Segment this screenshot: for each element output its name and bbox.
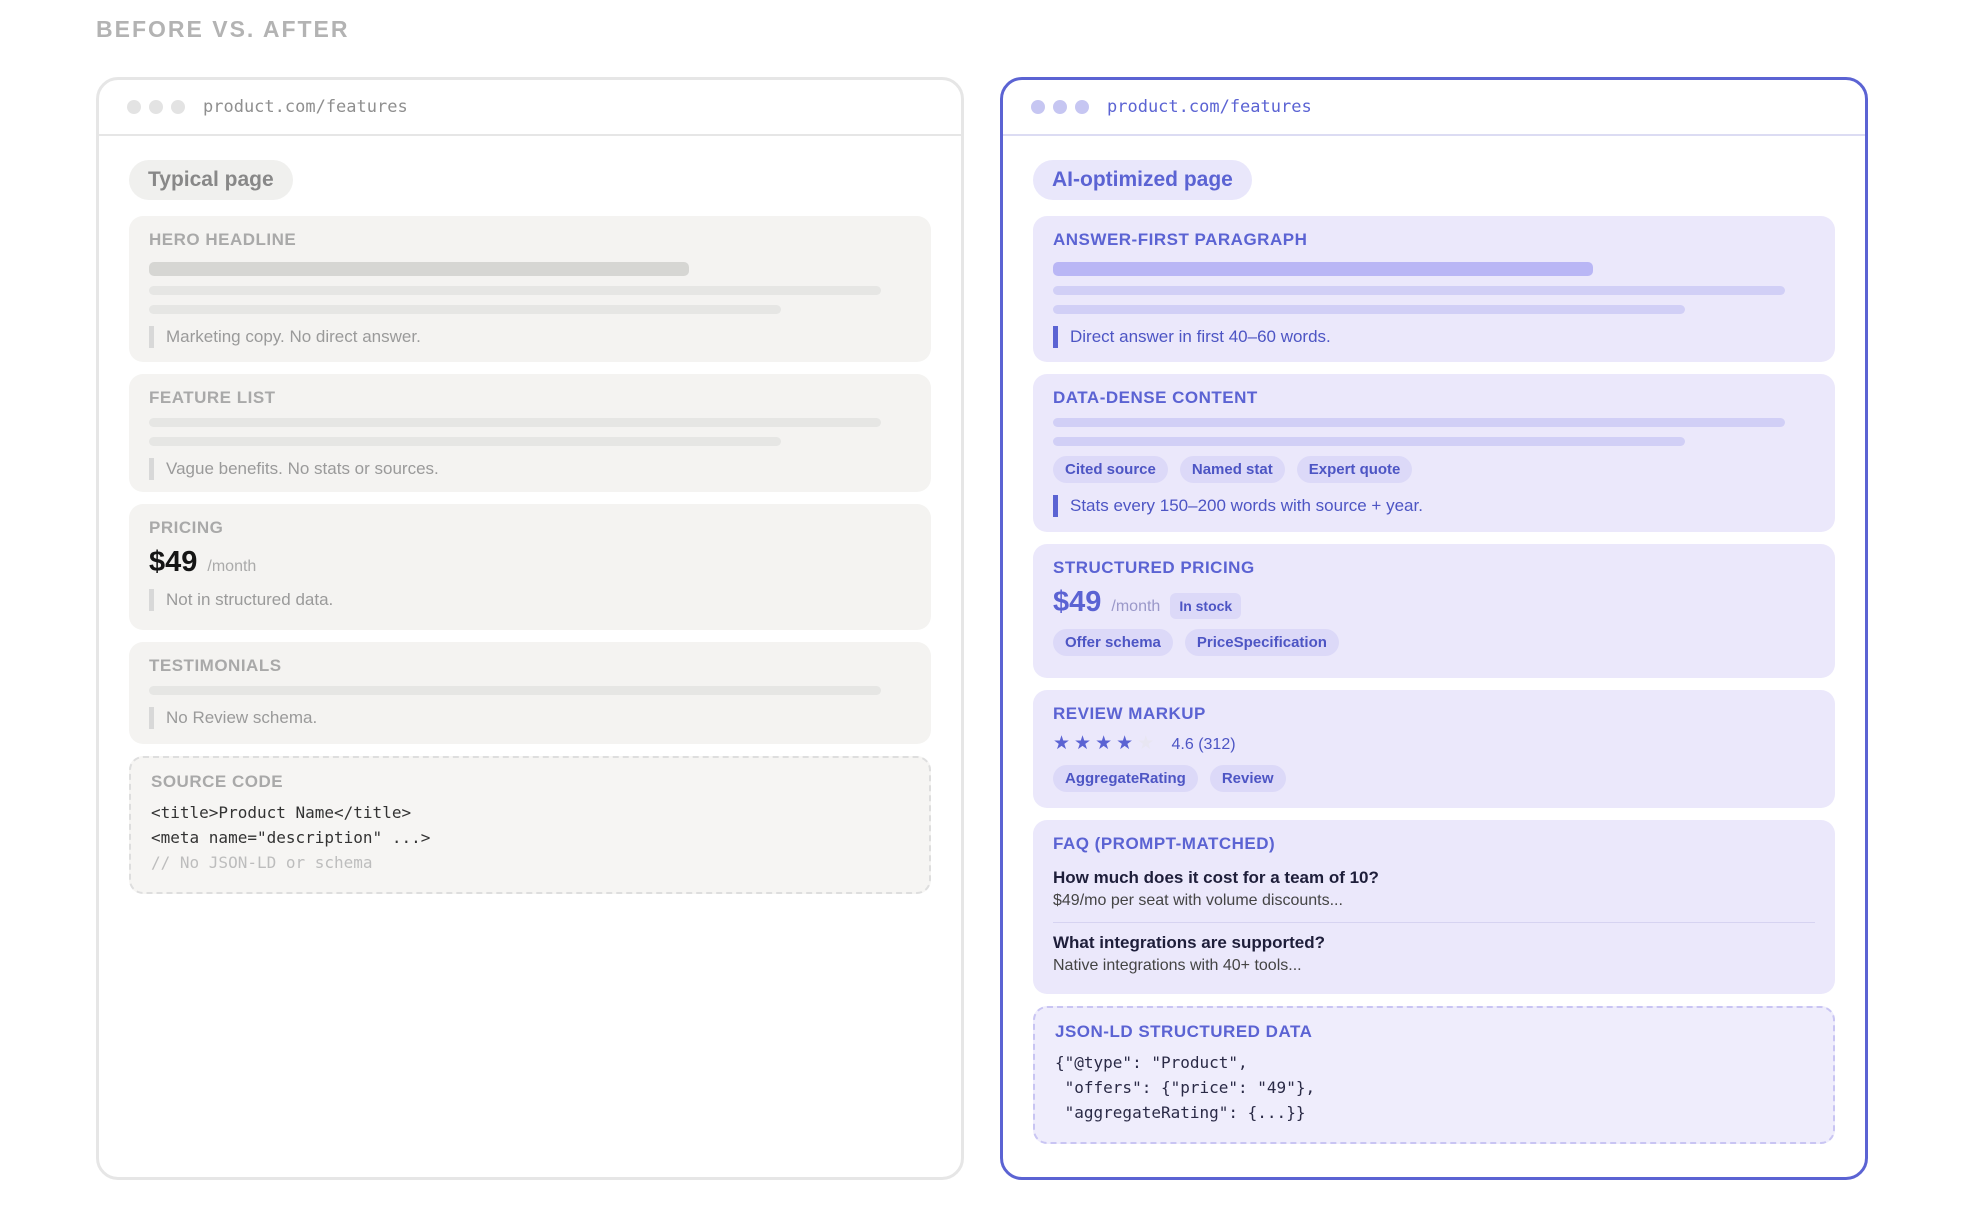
window-dot-icon — [1075, 100, 1089, 114]
price-value: $49 — [1053, 586, 1102, 618]
code-line: "aggregateRating": {...}} — [1055, 1103, 1306, 1122]
price-period: /month — [1111, 598, 1161, 615]
review-markup-card: REVIEW MARKUP ★★★★★ 4.6 (312) AggregateR… — [1033, 690, 1835, 808]
card-title: HERO HEADLINE — [149, 230, 297, 249]
placeholder-line — [149, 262, 689, 276]
structured-pricing-card: STRUCTURED PRICING $49 /month In stock O… — [1033, 544, 1835, 678]
page-heading: BEFORE VS. AFTER — [96, 16, 350, 42]
testimonials-card: TESTIMONIALS No Review schema. — [129, 642, 931, 744]
placeholder-line — [149, 286, 881, 295]
card-title: TESTIMONIALS — [149, 656, 282, 675]
card-note: Not in structured data. — [149, 589, 911, 611]
card-note: Vague benefits. No stats or sources. — [149, 458, 911, 480]
faq-question: What integrations are supported? — [1053, 933, 1326, 952]
card-title: FEATURE LIST — [149, 388, 276, 407]
feature-list-card: FEATURE LIST Vague benefits. No stats or… — [129, 374, 931, 492]
window-dot-icon — [1031, 100, 1045, 114]
page-type-label: Typical page — [129, 160, 293, 200]
faq-answer: $49/mo per seat with volume discounts... — [1053, 892, 1343, 909]
card-note: Direct answer in first 40–60 words. — [1053, 326, 1815, 348]
placeholder-line — [149, 418, 881, 427]
url-text: product.com/features — [1107, 97, 1312, 117]
tag-cited-source: Cited source — [1053, 456, 1168, 483]
tag-named-stat: Named stat — [1179, 456, 1285, 483]
window-dot-icon — [127, 100, 141, 114]
card-title: REVIEW MARKUP — [1053, 704, 1206, 723]
tag-list: Cited source Named stat Expert quote — [1053, 456, 1815, 483]
json-ld-card: JSON-LD STRUCTURED DATA {"@type": "Produ… — [1033, 1006, 1835, 1144]
pricing-card: PRICING $49 /month Not in structured dat… — [129, 504, 931, 630]
card-title: PRICING — [149, 518, 224, 537]
card-note: No Review schema. — [149, 707, 911, 729]
faq-answer: Native integrations with 40+ tools... — [1053, 957, 1302, 974]
card-title: JSON-LD STRUCTURED DATA — [1055, 1022, 1313, 1041]
placeholder-line — [1053, 305, 1685, 314]
tag-price-specification: PriceSpecification — [1184, 629, 1339, 656]
tag-list: AggregateRating Review — [1053, 765, 1815, 792]
star-rating: ★★★★★ 4.6 (312) — [1053, 732, 1815, 755]
page-type-label: AI-optimized page — [1033, 160, 1252, 200]
tag-offer-schema: Offer schema — [1053, 629, 1173, 656]
before-browser-window: product.com/features Typical page HERO H… — [96, 77, 964, 1180]
star-icon: ★ — [1053, 733, 1075, 754]
code-line: {"@type": "Product", — [1055, 1053, 1248, 1072]
window-dot-icon — [171, 100, 185, 114]
tag-expert-quote: Expert quote — [1296, 456, 1413, 483]
url-text: product.com/features — [203, 97, 408, 117]
price-period: /month — [207, 558, 257, 575]
source-code-card: SOURCE CODE <title>Product Name</title> … — [129, 756, 931, 894]
code-line: "offers": {"price": "49"}, — [1055, 1078, 1316, 1097]
browser-address-bar: product.com/features — [99, 80, 961, 136]
card-title: ANSWER-FIRST PARAGRAPH — [1053, 230, 1308, 249]
rating-value: 4.6 (312) — [1171, 736, 1236, 753]
faq-question: How much does it cost for a team of 10? — [1053, 868, 1379, 887]
stock-badge: In stock — [1170, 593, 1242, 619]
card-note: Stats every 150–200 words with source + … — [1053, 495, 1815, 517]
card-note: Marketing copy. No direct answer. — [149, 326, 911, 348]
card-title: STRUCTURED PRICING — [1053, 558, 1255, 577]
window-dot-icon — [1053, 100, 1067, 114]
star-icon: ★ — [1074, 733, 1096, 754]
placeholder-line — [149, 305, 781, 314]
star-icon: ★ — [1116, 733, 1138, 754]
placeholder-line — [149, 686, 881, 695]
tag-list: Offer schema PriceSpecification — [1053, 629, 1815, 656]
price-value: $49 — [149, 546, 198, 578]
code-line: <meta name="description" ...> — [151, 828, 431, 847]
data-dense-card: DATA-DENSE CONTENT Cited source Named st… — [1033, 374, 1835, 532]
code-line: <title>Product Name</title> — [151, 803, 412, 822]
hero-headline-card: HERO HEADLINE Marketing copy. No direct … — [129, 216, 931, 362]
tag-review: Review — [1209, 765, 1286, 792]
code-block: {"@type": "Product", "offers": {"price":… — [1055, 1050, 1813, 1125]
star-empty-icon: ★ — [1137, 733, 1159, 754]
faq-card: FAQ (PROMPT-MATCHED) How much does it co… — [1033, 820, 1835, 994]
window-dot-icon — [149, 100, 163, 114]
placeholder-line — [149, 437, 781, 446]
code-block: <title>Product Name</title> <meta name="… — [151, 800, 909, 875]
card-title: SOURCE CODE — [151, 772, 284, 791]
card-title: FAQ (PROMPT-MATCHED) — [1053, 834, 1276, 853]
placeholder-line — [1053, 418, 1785, 427]
star-icon: ★ — [1095, 733, 1117, 754]
code-comment: // No JSON-LD or schema — [151, 853, 373, 872]
browser-address-bar: product.com/features — [1003, 80, 1865, 136]
placeholder-line — [1053, 286, 1785, 295]
divider — [1053, 922, 1815, 923]
placeholder-line — [1053, 437, 1685, 446]
card-title: DATA-DENSE CONTENT — [1053, 388, 1258, 407]
after-browser-window: product.com/features AI-optimized page A… — [1000, 77, 1868, 1180]
answer-first-card: ANSWER-FIRST PARAGRAPH Direct answer in … — [1033, 216, 1835, 362]
tag-aggregate-rating: AggregateRating — [1053, 765, 1198, 792]
placeholder-line — [1053, 262, 1593, 276]
